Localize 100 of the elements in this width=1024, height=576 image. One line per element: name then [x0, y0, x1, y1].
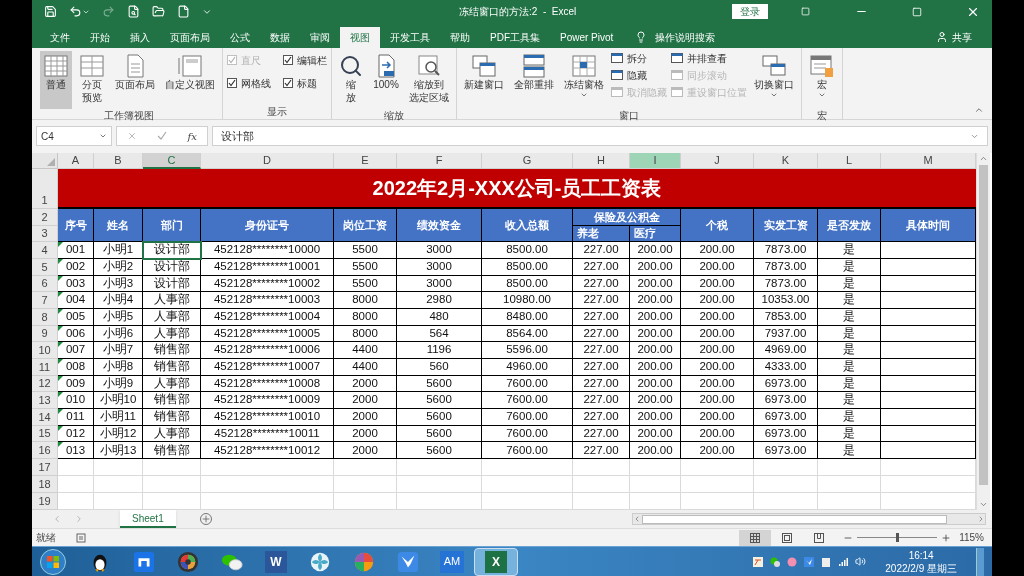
- ribbon-tab[interactable]: Power Pivot: [550, 26, 624, 48]
- row-header[interactable]: 13: [32, 392, 58, 410]
- new-file-icon[interactable]: [177, 5, 190, 19]
- ribbon-tab[interactable]: 插入: [120, 26, 160, 48]
- clock[interactable]: 16:14 2022/2/9 星期三: [885, 548, 957, 575]
- table-cell: 452128********10006: [201, 342, 334, 359]
- column-header[interactable]: D: [201, 153, 334, 170]
- ribbon-button[interactable]: 自定义视图: [162, 50, 218, 109]
- checkbox[interactable]: 标题: [283, 75, 327, 91]
- column-header[interactable]: F: [397, 153, 482, 170]
- zoom-level[interactable]: 115%: [959, 530, 984, 546]
- table-cell: 200.00: [630, 409, 681, 426]
- ribbon-button[interactable]: 100%: [370, 50, 402, 109]
- start-button-icon[interactable]: [40, 548, 66, 575]
- table-cell: 007: [65, 344, 86, 356]
- view-button[interactable]: [739, 529, 772, 546]
- ribbon-tab[interactable]: 公式: [220, 26, 260, 48]
- column-header[interactable]: G: [482, 153, 573, 170]
- table-cell: 200.00: [681, 242, 754, 259]
- taskbar-app-button[interactable]: X: [474, 547, 518, 576]
- ribbon-tab[interactable]: 开发工具: [380, 26, 440, 48]
- volume-icon[interactable]: [855, 556, 867, 567]
- column-header[interactable]: C: [143, 153, 201, 170]
- clipboard-tray-icon[interactable]: [821, 556, 832, 567]
- column-header[interactable]: B: [94, 153, 143, 170]
- save-icon[interactable]: [44, 5, 57, 19]
- ribbon-button[interactable]: 全部重排: [511, 50, 557, 109]
- column-header[interactable]: J: [681, 153, 754, 170]
- cancel-icon[interactable]: [127, 131, 138, 142]
- row-header[interactable]: 1: [32, 169, 58, 210]
- ribbon-button[interactable]: 缩 放: [336, 50, 366, 109]
- ribbon-display-icon[interactable]: [800, 7, 811, 17]
- checkbox[interactable]: 网格线: [227, 75, 271, 91]
- zoom-in-icon[interactable]: [941, 532, 952, 543]
- table-cell: 10980.00: [482, 292, 573, 309]
- check-icon[interactable]: [157, 131, 168, 142]
- row-header[interactable]: 19: [32, 493, 58, 511]
- ribbon-button[interactable]: 切换窗口: [751, 50, 797, 109]
- ribbon-button[interactable]: 新建窗口: [461, 50, 507, 109]
- scroll-thumb[interactable]: [641, 514, 947, 524]
- tray-app-icon[interactable]: [753, 556, 764, 567]
- ribbon-tab[interactable]: 页面布局: [160, 26, 220, 48]
- table-cell: 009: [65, 377, 86, 390]
- ribbon-tab[interactable]: PDF工具集: [480, 26, 550, 48]
- row-header[interactable]: 2: [32, 209, 58, 227]
- column-header[interactable]: L: [818, 153, 881, 170]
- row-header[interactable]: 17: [32, 459, 58, 477]
- column-header[interactable]: H: [573, 153, 630, 170]
- page-break-icon: [814, 532, 825, 543]
- row-header[interactable]: 4: [32, 242, 58, 259]
- ribbon-tab[interactable]: 审阅: [300, 26, 340, 48]
- table-cell: 227.00: [573, 359, 630, 376]
- row-header[interactable]: 18: [32, 476, 58, 494]
- taskbar-app-button[interactable]: AM: [430, 547, 474, 576]
- ribbon-button[interactable]: 缩放到 选定区域: [406, 50, 452, 109]
- column-header[interactable]: K: [754, 153, 818, 170]
- column-header[interactable]: A: [58, 153, 94, 170]
- table-cell: 5600: [397, 442, 482, 460]
- app-icon: AM: [440, 550, 464, 573]
- flower-tray-icon[interactable]: [787, 556, 798, 567]
- undo-icon[interactable]: [69, 5, 82, 19]
- print-preview-icon[interactable]: [127, 5, 140, 19]
- restore-icon[interactable]: [912, 6, 922, 17]
- ribbon-small-button[interactable]: 隐藏: [611, 68, 667, 82]
- row-header[interactable]: 11: [32, 359, 58, 376]
- checkbox[interactable]: 编辑栏: [283, 52, 327, 68]
- column-header[interactable]: I: [630, 153, 681, 170]
- ribbon-tab[interactable]: 视图: [340, 26, 380, 48]
- ribbon-button[interactable]: 冻结窗格: [561, 50, 607, 109]
- tell-me-search[interactable]: 操作说明搜索: [647, 26, 724, 48]
- chat-tray-icon[interactable]: [770, 556, 781, 567]
- insert-function-button[interactable]: fx: [187, 128, 197, 144]
- ribbon-small-button[interactable]: 拆分: [611, 51, 667, 65]
- scroll-thumb[interactable]: [979, 165, 988, 486]
- row-header[interactable]: 3: [32, 226, 58, 243]
- ribbon-button[interactable]: 普通: [40, 50, 72, 109]
- ribbon-tab[interactable]: 文件: [40, 26, 80, 48]
- ribbon-small-button[interactable]: 并排查看: [671, 51, 747, 65]
- ribbon-button[interactable]: 分页 预览: [76, 50, 108, 109]
- share-button[interactable]: 共享: [948, 26, 984, 48]
- row-header[interactable]: 7: [32, 292, 58, 309]
- signal-icon[interactable]: [838, 556, 849, 567]
- column-header[interactable]: E: [334, 153, 397, 170]
- open-folder-icon[interactable]: [152, 5, 165, 19]
- row-header[interactable]: 10: [32, 342, 58, 359]
- taskbar-app-button[interactable]: W: [254, 547, 298, 576]
- name-box[interactable]: C4: [36, 126, 112, 147]
- sheet-tab[interactable]: Sheet1: [120, 510, 176, 529]
- show-desktop-button[interactable]: [976, 547, 984, 576]
- ribbon-tab[interactable]: 数据: [260, 26, 300, 48]
- bird-tray-icon[interactable]: [804, 556, 815, 567]
- ribbon-button[interactable]: 宏: [806, 50, 838, 109]
- ribbon-tab[interactable]: 帮助: [440, 26, 480, 48]
- row-header[interactable]: 14: [32, 409, 58, 426]
- zoom-slider[interactable]: [857, 532, 938, 543]
- ribbon-button[interactable]: 页面布局: [112, 50, 158, 109]
- login-button[interactable]: 登录: [732, 4, 768, 20]
- ribbon-tab[interactable]: 开始: [80, 26, 120, 48]
- column-header[interactable]: M: [881, 153, 976, 170]
- row-header[interactable]: 16: [32, 442, 58, 460]
